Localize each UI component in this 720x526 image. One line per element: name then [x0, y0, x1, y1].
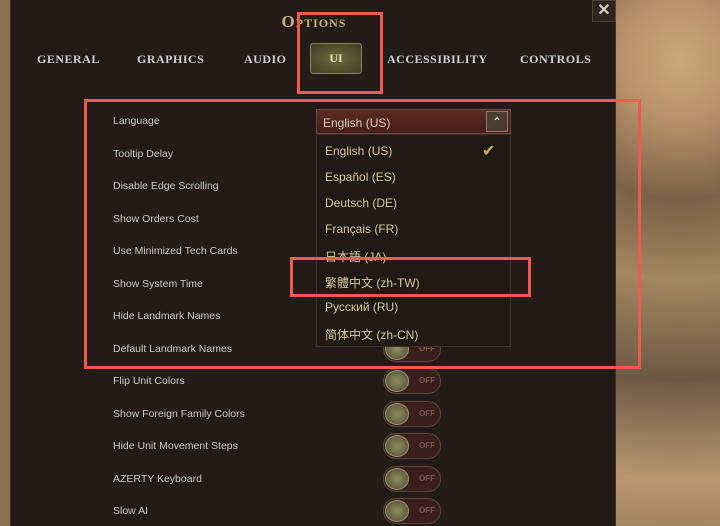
setting-toggle[interactable]: OFF	[383, 465, 441, 492]
toggle-state: OFF	[419, 473, 435, 483]
tab-accessibility[interactable]: ACCESSIBILITY	[387, 52, 488, 67]
toggle-knob-icon	[385, 402, 409, 425]
toggle-knob-icon	[385, 370, 409, 392]
toggle-state: OFF	[419, 408, 435, 418]
setting-label: Flip Unit Colors	[113, 375, 185, 387]
toggle-state: OFF	[419, 506, 435, 515]
setting-label: Slow AI	[113, 505, 149, 517]
setting-toggle[interactable]: OFF	[383, 433, 441, 459]
highlight-box-ui-tab	[297, 12, 383, 94]
tab-audio[interactable]: AUDIO	[244, 52, 287, 67]
toggle-state: OFF	[419, 376, 435, 385]
setting-label: Hide Unit Movement Steps	[113, 440, 238, 452]
highlight-box-zh-tw	[290, 257, 531, 297]
toggle-knob-icon	[385, 435, 409, 457]
toggle-state: OFF	[419, 441, 435, 450]
highlight-box-settings	[84, 99, 641, 369]
tab-general[interactable]: GENERAL	[37, 52, 100, 67]
setting-toggle[interactable]: OFF	[383, 400, 441, 427]
tab-controls[interactable]: CONTROLS	[520, 52, 591, 67]
tab-graphics[interactable]: GRAPHICS	[137, 52, 204, 67]
setting-label: AZERTY Keyboard	[113, 472, 202, 485]
close-button[interactable]: ✕	[592, 0, 616, 22]
setting-label: Show Foreign Family Colors	[113, 407, 245, 420]
toggle-knob-icon	[385, 467, 409, 490]
setting-toggle[interactable]: OFF	[383, 498, 441, 524]
setting-toggle[interactable]: OFF	[383, 368, 441, 394]
toggle-knob-icon	[385, 500, 409, 522]
